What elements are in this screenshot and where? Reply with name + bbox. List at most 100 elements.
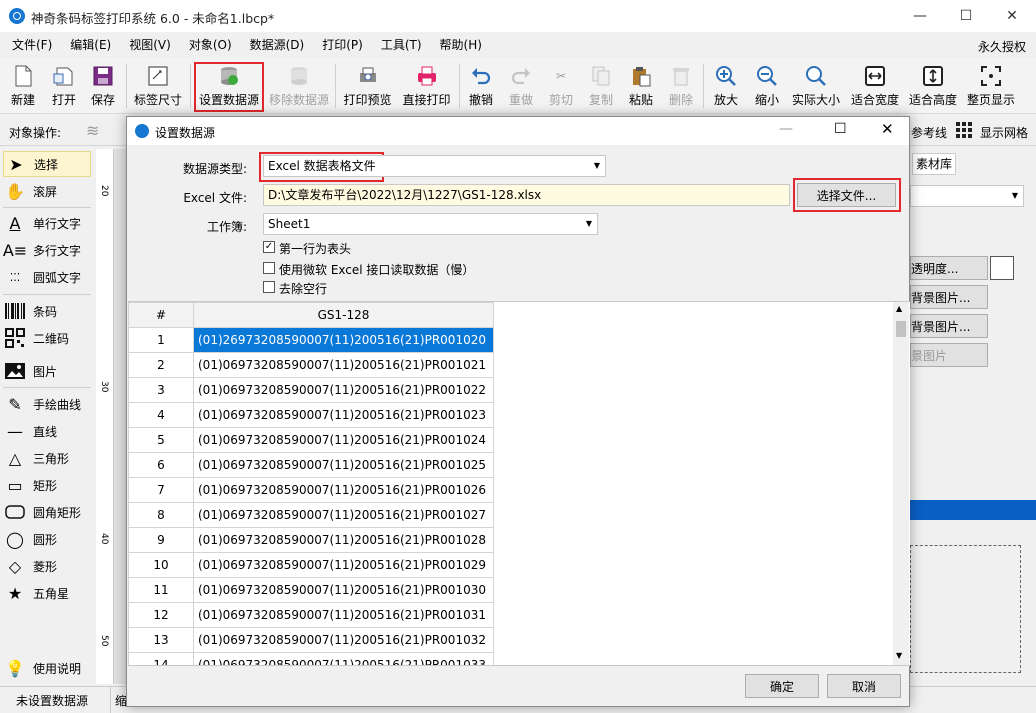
table-row[interactable]: 12 (01)06973208590007(11)200516(21)PR0010… [128, 602, 494, 628]
row-index-cell[interactable]: 4 [128, 402, 194, 428]
label-size-button[interactable]: 标签尺寸 [132, 62, 184, 108]
tool-single-text[interactable]: A 单行文字 [3, 210, 91, 236]
row-index-cell[interactable]: 1 [128, 327, 194, 353]
row-index-cell[interactable]: 10 [128, 552, 194, 578]
fit-height-button[interactable]: 适合高度 [906, 62, 960, 108]
dialog-maximize-button[interactable]: ☐ [834, 121, 847, 137]
menu-help[interactable]: 帮助(H) [431, 33, 491, 57]
delete-button[interactable]: 删除 [665, 62, 697, 108]
tool-diamond[interactable]: ◇ 菱形 [3, 553, 91, 579]
scroll-up-icon[interactable]: ▲ [896, 304, 902, 313]
choose-file-button[interactable]: 选择文件... [797, 183, 896, 207]
row-index-cell[interactable]: 3 [128, 377, 194, 403]
tab-material-library[interactable]: 素材库 [912, 153, 956, 175]
fit-page-button[interactable]: 整页显示 [964, 62, 1018, 108]
direct-print-button[interactable]: 直接打印 [399, 62, 454, 108]
use-excel-api-checkbox[interactable] [263, 262, 275, 274]
table-row[interactable]: 14 (01)06973208590007(11)200516(21)PR0010… [128, 652, 494, 665]
redo-button[interactable]: 重做 [505, 62, 537, 108]
menu-tools[interactable]: 工具(T) [372, 33, 431, 57]
gs1-value-cell[interactable]: (01)06973208590007(11)200516(21)PR001030 [193, 577, 494, 603]
table-row[interactable]: 6 (01)06973208590007(11)200516(21)PR00102… [128, 452, 494, 478]
gs1-value-cell[interactable]: (01)06973208590007(11)200516(21)PR001027 [193, 502, 494, 528]
gs1-value-cell[interactable]: (01)06973208590007(11)200516(21)PR001033 [193, 652, 494, 665]
cancel-button[interactable]: 取消 [827, 674, 901, 698]
tool-select[interactable]: ➤ 选择 [3, 151, 91, 177]
ok-button[interactable]: 确定 [745, 674, 819, 698]
copy-button[interactable]: 复制 [585, 62, 617, 108]
tool-freehand[interactable]: ✎ 手绘曲线 [3, 391, 91, 417]
gs1-value-cell[interactable]: (01)06973208590007(11)200516(21)PR001025 [193, 452, 494, 478]
save-button[interactable]: 保存 [87, 62, 119, 108]
gs1-value-cell[interactable]: (01)06973208590007(11)200516(21)PR001031 [193, 602, 494, 628]
gs1-value-cell[interactable]: (01)06973208590007(11)200516(21)PR001024 [193, 427, 494, 453]
table-row[interactable]: 4 (01)06973208590007(11)200516(21)PR00102… [128, 402, 494, 428]
table-row[interactable]: 9 (01)06973208590007(11)200516(21)PR00102… [128, 527, 494, 553]
workbook-select[interactable]: Sheet1 ▼ [263, 213, 598, 235]
transparency-button[interactable]: 透明度... [910, 256, 988, 280]
tool-line[interactable]: — 直线 [3, 418, 91, 444]
remove-datasource-button[interactable]: 移除数据源 [266, 62, 332, 108]
gs1-value-cell[interactable]: (01)06973208590007(11)200516(21)PR001022 [193, 377, 494, 403]
gs1-value-cell[interactable]: (01)06973208590007(11)200516(21)PR001026 [193, 477, 494, 503]
row-index-cell[interactable]: 12 [128, 602, 194, 628]
tool-scroll[interactable]: ✋ 滚屏 [3, 178, 91, 204]
first-row-header-checkbox[interactable]: ✓ [263, 241, 275, 253]
row-index-cell[interactable]: 14 [128, 652, 194, 665]
tool-triangle[interactable]: △ 三角形 [3, 445, 91, 471]
table-row[interactable]: 7 (01)06973208590007(11)200516(21)PR00102… [128, 477, 494, 503]
maximize-button[interactable]: ☐ [943, 0, 989, 32]
open-button[interactable]: 打开 [48, 62, 80, 108]
column-header-index[interactable]: # [128, 302, 194, 328]
zoom-out-button[interactable]: 缩小 [751, 62, 783, 108]
reference-line-toggle[interactable]: 参考线 [911, 124, 947, 141]
grid-icon[interactable] [956, 122, 972, 138]
row-index-cell[interactable]: 6 [128, 452, 194, 478]
actual-size-button[interactable]: 实际大小 [789, 62, 843, 108]
minimize-button[interactable]: — [897, 0, 943, 32]
print-preview-button[interactable]: 打印预览 [340, 62, 395, 108]
tool-qrcode[interactable]: 二维码 [3, 325, 91, 351]
gs1-value-cell[interactable]: (01)06973208590007(11)200516(21)PR001023 [193, 402, 494, 428]
color-swatch[interactable] [990, 256, 1014, 280]
gs1-value-cell[interactable]: (01)06973208590007(11)200516(21)PR001028 [193, 527, 494, 553]
tool-rounded-rect[interactable]: 圆角矩形 [3, 499, 91, 525]
table-row[interactable]: 3 (01)06973208590007(11)200516(21)PR00102… [128, 377, 494, 403]
gs1-value-cell[interactable]: (01)26973208590007(11)200516(21)PR001020 [193, 327, 494, 353]
tool-arc-text[interactable]: ⁚⁚⁚ 圆弧文字 [3, 264, 91, 290]
paste-button[interactable]: 粘贴 [625, 62, 657, 108]
row-index-cell[interactable]: 9 [128, 527, 194, 553]
row-index-cell[interactable]: 13 [128, 627, 194, 653]
column-header-gs1[interactable]: GS1-128 [193, 302, 494, 328]
table-row[interactable]: 2 (01)06973208590007(11)200516(21)PR00102… [128, 352, 494, 378]
dialog-close-button[interactable]: ✕ [881, 120, 894, 138]
row-index-cell[interactable]: 2 [128, 352, 194, 378]
row-index-cell[interactable]: 11 [128, 577, 194, 603]
cut-button[interactable]: ✂ 剪切 [545, 62, 577, 108]
row-index-cell[interactable]: 7 [128, 477, 194, 503]
set-datasource-button[interactable]: 设置数据源 [196, 62, 262, 108]
table-row[interactable]: 10 (01)06973208590007(11)200516(21)PR0010… [128, 552, 494, 578]
undo-button[interactable]: 撤销 [465, 62, 497, 108]
right-panel-select[interactable]: ▼ [910, 185, 1024, 207]
zoom-in-button[interactable]: 放大 [710, 62, 742, 108]
data-preview-grid[interactable]: # GS1-128 1 (01)26973208590007(11)200516(… [128, 301, 910, 666]
remove-background-image-button[interactable]: 景图片 [910, 343, 988, 367]
table-row[interactable]: 11 (01)06973208590007(11)200516(21)PR0010… [128, 577, 494, 603]
tool-star[interactable]: ★ 五角星 [3, 580, 91, 606]
gs1-value-cell[interactable]: (01)06973208590007(11)200516(21)PR001032 [193, 627, 494, 653]
gs1-value-cell[interactable]: (01)06973208590007(11)200516(21)PR001021 [193, 352, 494, 378]
menu-view[interactable]: 视图(V) [120, 33, 180, 57]
table-row[interactable]: 5 (01)06973208590007(11)200516(21)PR00102… [128, 427, 494, 453]
table-row[interactable]: 13 (01)06973208590007(11)200516(21)PR0010… [128, 627, 494, 653]
row-index-cell[interactable]: 8 [128, 502, 194, 528]
remove-empty-rows-checkbox[interactable] [263, 281, 275, 293]
layers-icon[interactable]: ≋ [86, 121, 99, 140]
source-type-select[interactable]: Excel 数据表格文件 ▼ [263, 155, 606, 177]
tool-barcode[interactable]: 条码 [3, 298, 91, 324]
menu-datasource[interactable]: 数据源(D) [241, 33, 314, 57]
background-image-button-2[interactable]: 背景图片... [910, 314, 988, 338]
tool-rectangle[interactable]: ▭ 矩形 [3, 472, 91, 498]
vertical-scrollbar[interactable]: ▲ ▼ [893, 302, 909, 665]
table-row[interactable]: 8 (01)06973208590007(11)200516(21)PR00102… [128, 502, 494, 528]
